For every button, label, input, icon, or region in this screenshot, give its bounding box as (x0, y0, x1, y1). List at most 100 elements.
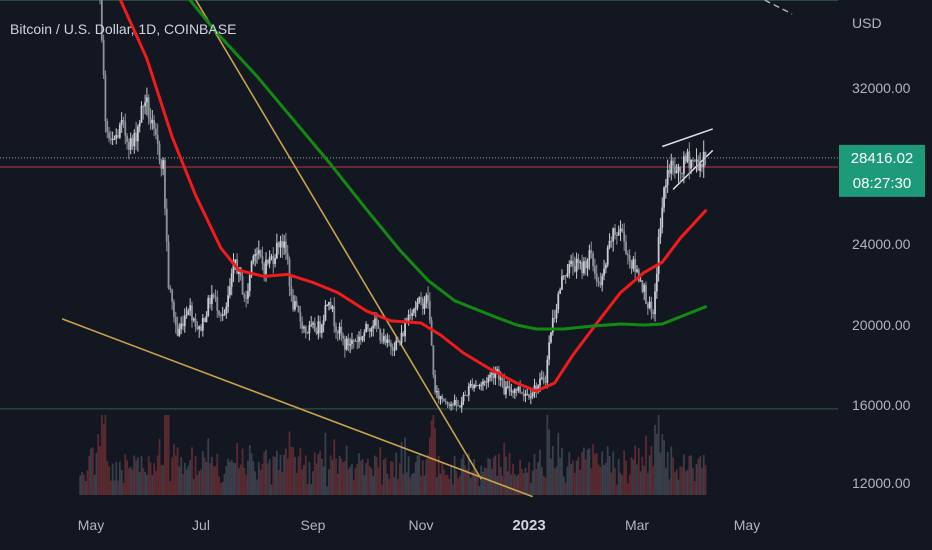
volume-bar (142, 467, 145, 495)
candle-body (263, 263, 266, 274)
candle-body (411, 312, 414, 316)
volume-bar (117, 480, 119, 495)
volume-bar (704, 465, 707, 495)
candle-body (288, 259, 291, 287)
volume-bar (614, 467, 616, 495)
candle-body (308, 325, 311, 334)
candle-body (127, 141, 130, 150)
volume-bar (95, 452, 98, 495)
volume-bar (113, 480, 116, 495)
volume-bar (182, 474, 184, 495)
volume-bar (634, 445, 637, 495)
volume-bar (338, 455, 341, 495)
volume-bar (682, 454, 685, 495)
volume-bar (180, 457, 183, 495)
volume-bar (185, 469, 188, 495)
volume-bar (608, 455, 611, 495)
candle-body (328, 301, 330, 306)
y-tick-label: 24000.00 (852, 236, 911, 252)
volume-bar (210, 456, 213, 495)
candle-body (366, 324, 369, 330)
volume-bar (702, 455, 705, 495)
candle-body (485, 381, 488, 383)
candle-body (677, 166, 680, 171)
volume-bar (650, 446, 653, 495)
volume-bar (155, 470, 157, 495)
volume-bar (593, 453, 596, 495)
candle-body (409, 314, 412, 316)
volume-bar (303, 464, 305, 495)
volume-bar (218, 476, 220, 495)
volume-bar (219, 483, 222, 495)
candle-body (692, 159, 694, 161)
volume-bar (643, 465, 646, 495)
volume-bar (167, 415, 170, 495)
volume-bar (126, 460, 128, 495)
volume-bar (324, 432, 327, 495)
candle-body (124, 121, 127, 136)
candle-body (462, 394, 465, 402)
volume-bar (310, 484, 313, 495)
candle-body (595, 273, 598, 282)
candle-body (286, 253, 289, 260)
candle-body (138, 122, 141, 127)
candle-body (151, 120, 154, 124)
volume-bar (171, 457, 174, 495)
volume-bar (223, 473, 226, 495)
candle-body (144, 102, 146, 107)
volume-bar (247, 460, 249, 495)
candle-body (313, 322, 316, 332)
candle-body (601, 275, 604, 286)
candle-body (104, 74, 107, 122)
candle-body (539, 378, 541, 386)
price-chart[interactable]: 32000.00 24000.00 20000.00 16000.00 12000.00… (0, 0, 932, 550)
volume-bar (555, 466, 558, 495)
volume-bar (388, 478, 391, 495)
candle-body (173, 301, 175, 317)
volume-bar (381, 484, 383, 495)
candle-body (229, 286, 231, 296)
volume-bar (196, 475, 199, 495)
volume-bar (413, 472, 415, 495)
volume-bar (450, 464, 452, 495)
candle-body (292, 295, 295, 310)
candle-body (185, 314, 188, 316)
y-tick-label: 12000.00 (852, 475, 911, 491)
volume-bar (176, 447, 179, 495)
candle-body (487, 377, 490, 383)
candle-body (420, 297, 422, 299)
candle-body (377, 326, 380, 329)
volume-bar (363, 475, 366, 495)
candle-body (106, 121, 109, 133)
candle-body (577, 258, 580, 264)
candle-body (557, 293, 560, 310)
candle-body (331, 306, 334, 310)
volume-bar (248, 445, 251, 495)
candle-body (384, 336, 387, 343)
candle-body (252, 256, 255, 262)
volume-bar (238, 468, 240, 495)
currency-label[interactable]: USD (852, 15, 882, 31)
volume-bar (539, 449, 541, 495)
volume-bar (673, 472, 676, 495)
volume-bar (400, 442, 403, 495)
candle-body (338, 326, 341, 334)
candle-body (214, 296, 217, 298)
candle-body (645, 284, 647, 304)
volume-bar (637, 447, 640, 495)
candle-body (216, 297, 219, 312)
volume-bar (557, 432, 560, 495)
candle-body (612, 228, 615, 242)
candle-body (207, 298, 210, 316)
volume-bar (88, 455, 91, 495)
candle-body (259, 250, 262, 257)
volume-bar (304, 455, 307, 495)
candle-body (126, 135, 128, 142)
volume-bar (308, 461, 311, 495)
volume-bar (384, 457, 387, 495)
candle-body (285, 241, 287, 254)
candle-body (546, 359, 549, 383)
volume-bar (668, 479, 671, 495)
candle-body (200, 326, 202, 331)
volume-bar (498, 454, 500, 495)
